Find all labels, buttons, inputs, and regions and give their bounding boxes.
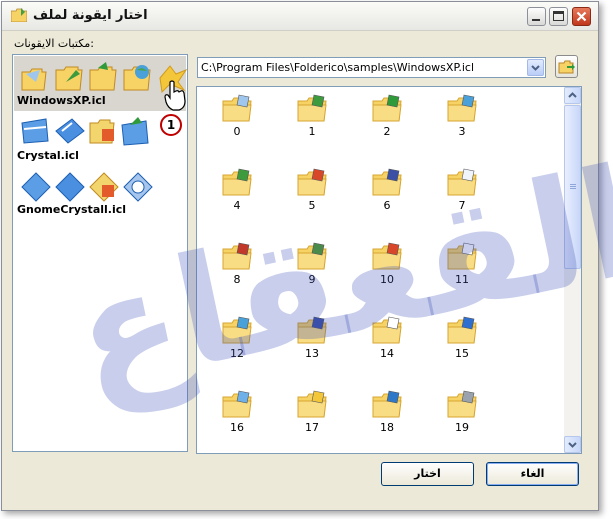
icon-index: 1 (308, 125, 316, 138)
icon-cell[interactable]: 18 (357, 385, 417, 453)
icon-cell[interactable]: 5 (282, 163, 342, 233)
browse-button[interactable] (555, 55, 578, 78)
photo-folder-icon (222, 316, 252, 344)
tick-folder-icon (222, 242, 252, 270)
icon-index: 9 (308, 273, 316, 286)
icon-index: 0 (233, 125, 241, 138)
red-folder-icon (297, 168, 327, 196)
icon-cell[interactable]: 7 (432, 163, 492, 233)
library-item-name: GnomeCrystall.icl (17, 203, 127, 216)
minimize-icon (532, 19, 540, 21)
icon-index: 17 (305, 421, 319, 434)
icon-cell[interactable]: 1 (282, 89, 342, 159)
close-button[interactable] (572, 7, 591, 26)
image-folder-icon (297, 316, 327, 344)
icon-index: 14 (380, 347, 394, 360)
icon-index: 7 (458, 199, 466, 212)
library-item-gnomecrystall[interactable]: GnomeCrystall.icl (14, 167, 186, 217)
recycle-folder-icon (297, 242, 327, 270)
chevron-up-icon (568, 92, 577, 98)
scroll-down-button[interactable] (564, 436, 581, 453)
vertical-scrollbar[interactable] (564, 87, 581, 453)
icon-grid-panel[interactable]: 0 1 2 3 4 5 6 7 8 9 10 11 12 13 14 15 16 17 18 19 (196, 86, 582, 454)
icon-index: 15 (455, 347, 469, 360)
icon-index: 16 (230, 421, 244, 434)
open-folder-icon (558, 60, 575, 74)
ok-button[interactable]: اختار (381, 462, 474, 486)
icon-index: 13 (305, 347, 319, 360)
icon-cell[interactable]: 10 (357, 237, 417, 307)
folder-icon (11, 8, 27, 22)
icon-cell[interactable]: 13 (282, 311, 342, 381)
hand-cursor-icon (164, 80, 186, 111)
picture-folder-icon (447, 168, 477, 196)
internet-folder-icon (372, 390, 402, 418)
scroll-up-button[interactable] (564, 87, 581, 104)
window-title: اختار ايقونة لملف (33, 8, 148, 23)
icon-index: 12 (230, 347, 244, 360)
icon-cell[interactable]: 3 (432, 89, 492, 159)
icon-cell[interactable]: 4 (207, 163, 267, 233)
printer-folder-icon (447, 390, 477, 418)
globe-folder-icon (447, 94, 477, 122)
icon-cell[interactable]: 2 (357, 89, 417, 159)
maximize-button[interactable] (549, 7, 568, 26)
icon-index: 8 (233, 273, 241, 286)
library-item-windowsxp[interactable]: WindowsXP.icl (14, 56, 187, 111)
minimize-button[interactable] (527, 7, 546, 26)
icon-index: 19 (455, 421, 469, 434)
shortcut-folder-icon (222, 94, 252, 122)
gnomecrystall-preview-icons (21, 172, 153, 202)
chevron-down-icon (531, 65, 540, 71)
icon-file-path: C:\Program Files\Folderico\samples\Windo… (201, 61, 475, 74)
icon-cell[interactable]: 6 (357, 163, 417, 233)
icon-index: 2 (383, 125, 391, 138)
icon-cell[interactable]: 15 (432, 311, 492, 381)
icon-index: 18 (380, 421, 394, 434)
icon-cell[interactable]: 17 (282, 385, 342, 453)
icon-cell[interactable]: 9 (282, 237, 342, 307)
annotation-badge: 1 (160, 114, 182, 136)
documents-folder-icon (447, 242, 477, 270)
icon-index: 11 (455, 273, 469, 286)
title-bar[interactable]: اختار ايقونة لملف (2, 2, 598, 31)
icon-cell[interactable]: 16 (207, 385, 267, 453)
maximize-icon (553, 11, 564, 21)
file-folder-icon (372, 316, 402, 344)
icon-cell[interactable]: 12 (207, 311, 267, 381)
icon-index: 4 (233, 199, 241, 212)
cancel-button[interactable]: الغاء (486, 462, 579, 486)
check-folder-icon (297, 94, 327, 122)
arrow-folder-icon (372, 94, 402, 122)
icon-index: 5 (308, 199, 316, 212)
star-folder-icon (222, 390, 252, 418)
icon-cell[interactable]: 8 (207, 237, 267, 307)
icon-cell[interactable]: 0 (207, 89, 267, 159)
crystal-preview-icons (21, 117, 149, 146)
icon-index: 3 (458, 125, 466, 138)
icon-cell[interactable]: 11 (432, 237, 492, 307)
media-folder-icon (372, 242, 402, 270)
icon-index: 6 (383, 199, 391, 212)
library-item-name: WindowsXP.icl (17, 94, 106, 107)
library-item-name: Crystal.icl (17, 149, 79, 162)
icon-file-path-combo[interactable]: C:\Program Files\Folderico\samples\Windo… (197, 57, 546, 78)
music-folder-icon (372, 168, 402, 196)
icon-cell[interactable]: 19 (432, 385, 492, 453)
help-folder-icon (447, 316, 477, 344)
chevron-down-icon (568, 442, 577, 448)
scroll-thumb[interactable] (564, 105, 581, 269)
open-folder-icon (297, 390, 327, 418)
library-list[interactable]: WindowsXP.icl Crystal.icl GnomeCrystall.… (12, 54, 188, 452)
path-dropdown-button[interactable] (527, 59, 544, 76)
icon-index: 10 (380, 273, 394, 286)
library-label: مكتبات الايقونات: (14, 37, 94, 50)
grip-icon (570, 184, 576, 185)
download-folder-icon (222, 168, 252, 196)
icon-cell[interactable]: 14 (357, 311, 417, 381)
close-icon (576, 11, 587, 22)
